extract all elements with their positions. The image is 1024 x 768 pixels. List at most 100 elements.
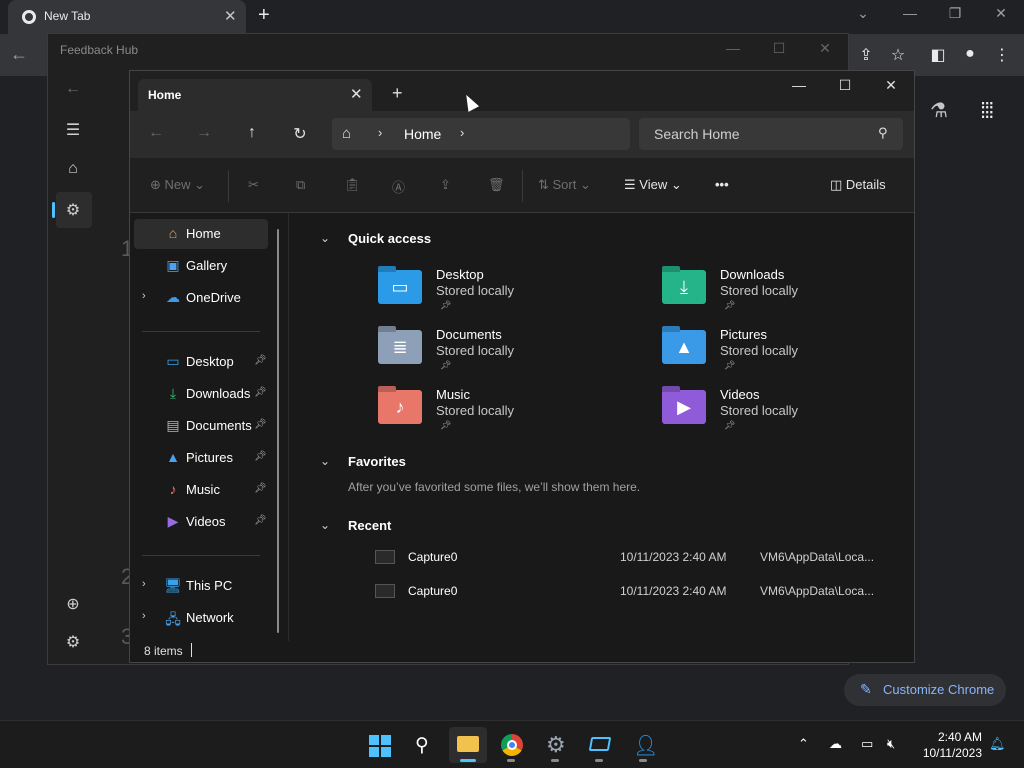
taskbar-chrome[interactable] — [493, 727, 531, 763]
chrome-tab-new-tab[interactable]: New Tab ✕ — [8, 0, 246, 34]
taskbar-app[interactable] — [581, 727, 619, 763]
explorer-tab-home[interactable]: Home ✕ — [138, 79, 372, 111]
breadcrumb-separator[interactable]: › — [378, 125, 382, 140]
up-arrow-icon[interactable]: ↑ — [240, 124, 264, 142]
more-menu-icon[interactable]: ⋮ — [990, 45, 1014, 65]
chrome-new-tab-button[interactable]: + — [258, 4, 270, 27]
clock-time[interactable]: 2:40 AM — [932, 730, 982, 744]
close-icon[interactable]: ✕ — [868, 77, 914, 94]
back-arrow-icon[interactable]: ← — [62, 80, 84, 98]
maximize-icon[interactable]: ☐ — [764, 40, 794, 57]
recent-file-path: VM6\AppData\Loca... — [760, 550, 875, 564]
recent-file-row[interactable]: Capture0 10/11/2023 2:40 AM VM6\AppData\… — [375, 579, 895, 605]
chevron-right-icon[interactable]: › — [142, 578, 146, 590]
side-panel-icon[interactable]: ◧ — [926, 45, 950, 65]
copy-icon[interactable]: ⧉ — [296, 177, 305, 193]
minimize-icon[interactable]: — — [895, 5, 925, 21]
settings-gear-icon[interactable]: ⚙ — [62, 632, 84, 652]
chevron-down-icon[interactable]: ⌄ — [320, 518, 330, 532]
sidebar-item-network[interactable]: › 🖧 Network — [134, 603, 268, 633]
sidebar-item-gallery[interactable]: ▣ Gallery — [134, 251, 268, 281]
more-options-button[interactable]: ••• — [715, 177, 729, 192]
close-icon[interactable]: ✕ — [810, 40, 840, 57]
sidebar-item-documents[interactable]: ▤ Documents 📌︎ — [134, 411, 268, 441]
view-button[interactable]: ☰ View ⌄ — [624, 177, 682, 193]
close-icon[interactable]: ✕ — [986, 5, 1016, 22]
address-bar[interactable]: ⌂ › Home › — [332, 118, 630, 150]
bookmark-star-icon[interactable]: ☆ — [886, 45, 910, 65]
back-arrow-icon[interactable]: ← — [10, 44, 28, 65]
start-button[interactable] — [361, 727, 399, 763]
chevron-down-icon[interactable]: ⌄ — [848, 5, 878, 22]
sidebar-item-this-pc[interactable]: › 🖥︎ This PC — [134, 571, 268, 601]
minimize-icon[interactable]: — — [718, 40, 748, 56]
sidebar-item-desktop[interactable]: ▭ Desktop 📌︎ — [134, 347, 268, 377]
quick-access-videos[interactable]: ▶ Videos Stored locally 📌︎ — [662, 386, 912, 443]
refresh-icon[interactable]: ↻ — [288, 124, 312, 144]
share-icon[interactable]: ⇪ — [440, 177, 451, 193]
restore-icon[interactable]: ❐ — [940, 5, 970, 22]
quick-access-pictures[interactable]: ▲ Pictures Stored locally 📌︎ — [662, 326, 912, 383]
delete-icon[interactable]: 🗑︎ — [488, 177, 505, 193]
quick-access-downloads[interactable]: ⤓ Downloads Stored locally 📌︎ — [662, 266, 912, 323]
pane-divider[interactable] — [288, 213, 289, 641]
close-tab-icon[interactable]: ✕ — [350, 85, 363, 103]
sidebar-item-home[interactable]: ⌂ Home — [134, 219, 268, 249]
chevron-right-icon[interactable]: › — [142, 290, 146, 302]
volume-muted-icon[interactable]: 🔇︎ — [887, 736, 895, 752]
minimize-icon[interactable]: — — [776, 77, 822, 93]
explorer-new-tab-button[interactable]: + — [392, 83, 403, 104]
breadcrumb-home[interactable]: Home — [404, 126, 441, 142]
close-tab-icon[interactable]: ✕ — [224, 7, 237, 25]
share-icon[interactable]: ⇪ — [854, 45, 878, 65]
sidebar-item-onedrive[interactable]: › ☁ OneDrive — [134, 283, 268, 313]
home-icon[interactable]: ⌂ — [342, 125, 351, 142]
section-recent[interactable]: Recent — [348, 518, 391, 533]
rename-icon[interactable]: Ⓐ — [392, 177, 405, 196]
onedrive-status-icon[interactable]: ☁ — [829, 736, 842, 752]
recent-file-row[interactable]: Capture0 10/11/2023 2:40 AM VM6\AppData\… — [375, 545, 895, 571]
labs-flask-icon[interactable]: ⚗ — [930, 98, 948, 123]
sidebar-item-videos[interactable]: ▶ Videos 📌︎ — [134, 507, 268, 537]
sidebar-item-music[interactable]: ♪ Music 📌︎ — [134, 475, 268, 505]
hamburger-menu-icon[interactable]: ☰ — [62, 120, 84, 140]
details-pane-button[interactable]: ◫ Details — [830, 177, 886, 193]
clock-date[interactable]: 10/11/2023 — [914, 746, 982, 760]
sidebar-item-downloads[interactable]: ⤓ Downloads 📌︎ — [134, 379, 268, 409]
taskbar-file-explorer[interactable] — [449, 727, 487, 763]
section-favorites[interactable]: Favorites — [348, 454, 406, 469]
taskbar-feedback-hub[interactable]: 👤︎ — [625, 727, 663, 763]
taskbar-settings[interactable]: ⚙ — [537, 727, 575, 763]
feedback-icon[interactable]: ⚙ — [62, 200, 84, 220]
notification-bell-icon[interactable]: 🔔︎ — [989, 736, 1006, 752]
breadcrumb-separator[interactable]: › — [460, 125, 464, 140]
chevron-down-icon[interactable]: ⌄ — [320, 454, 330, 468]
profile-avatar-icon[interactable]: ● — [958, 45, 982, 63]
cut-icon[interactable]: ✂ — [248, 177, 259, 193]
explorer-tab-bar: Home ✕ + — ☐ ✕ — [130, 71, 914, 111]
home-icon[interactable]: ⌂ — [62, 160, 84, 178]
apps-grid-icon[interactable]: ⁞⁞⁞ — [980, 98, 994, 124]
add-account-icon[interactable]: ⊕ — [62, 594, 84, 614]
search-input[interactable]: Search Home ⚲ — [639, 118, 903, 150]
chevron-right-icon[interactable]: › — [142, 610, 146, 622]
folder-name: Pictures — [720, 327, 767, 342]
customize-chrome-button[interactable]: ✎ Customize Chrome — [844, 674, 1006, 706]
section-quick-access[interactable]: Quick access — [348, 231, 431, 246]
back-arrow-icon[interactable]: ← — [144, 124, 168, 142]
show-hidden-icons-chevron-icon[interactable]: ⌃ — [798, 736, 809, 752]
quick-access-music[interactable]: ♪ Music Stored locally 📌︎ — [378, 386, 628, 443]
forward-arrow-icon[interactable]: → — [192, 124, 216, 142]
sort-button[interactable]: ⇅ Sort ⌄ — [538, 177, 591, 193]
paste-icon[interactable]: 📋︎ — [344, 177, 361, 193]
sidebar-item-pictures[interactable]: ▲ Pictures 📌︎ — [134, 443, 268, 473]
quick-access-documents[interactable]: ≣ Documents Stored locally 📌︎ — [378, 326, 628, 383]
maximize-icon[interactable]: ☐ — [822, 77, 868, 94]
desktop-glyph: ▭ — [391, 277, 409, 297]
chevron-down-icon[interactable]: ⌄ — [320, 231, 330, 245]
new-item-button[interactable]: ⊕ New ⌄ — [150, 177, 205, 193]
search-button[interactable]: ⚲ — [405, 727, 443, 763]
network-display-icon[interactable]: ▭ — [861, 736, 873, 752]
sidebar-scrollbar[interactable] — [277, 229, 279, 633]
quick-access-desktop[interactable]: ▭ Desktop Stored locally 📌︎ — [378, 266, 628, 323]
